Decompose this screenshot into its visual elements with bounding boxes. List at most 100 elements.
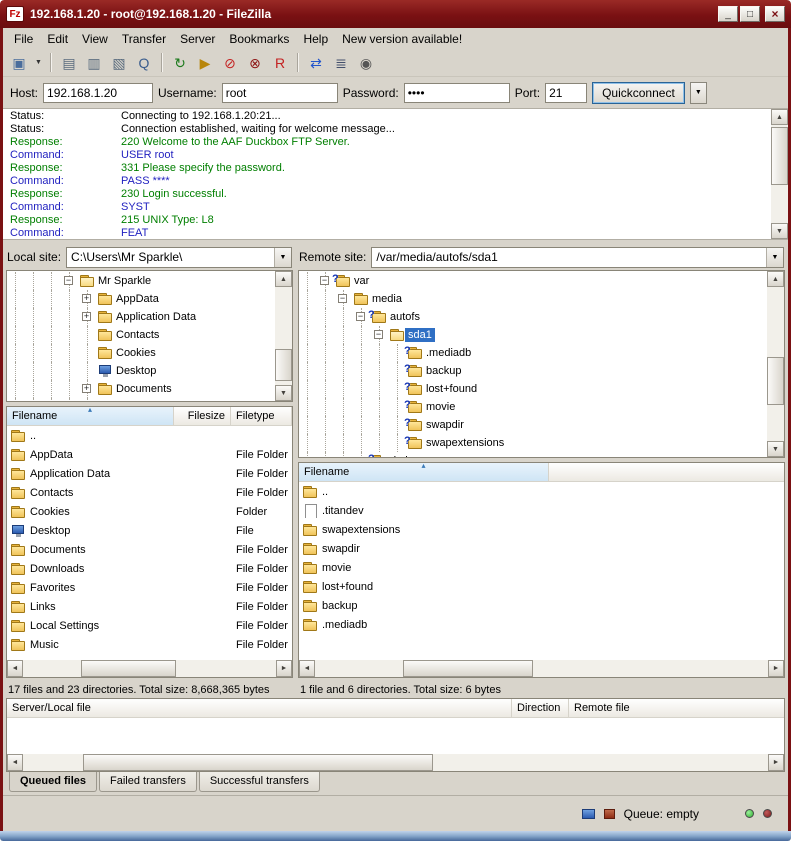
password-input[interactable] [404,83,510,103]
menu-item-edit[interactable]: Edit [40,30,75,48]
tree-item-lost-found[interactable]: ?lost+found [299,380,767,398]
column-header-remote-file[interactable]: Remote file [569,699,784,717]
toggle-message-log-button[interactable]: ▤ [57,52,81,74]
remote-site-combo[interactable]: /var/media/autofs/sda1 ▼ [371,247,784,268]
collapse-toggle-icon[interactable]: − [64,276,73,285]
remote-tree-scrollbar[interactable]: ▲ ▼ [767,271,784,457]
tab-failed-transfers[interactable]: Failed transfers [99,772,197,792]
quickconnect-button[interactable]: Quickconnect [592,82,685,104]
local-combo-dropdown-button[interactable]: ▼ [274,248,291,267]
file-row-application-data[interactable]: Application DataFile Folder [7,464,292,483]
scroll-right-button[interactable]: ► [276,660,292,677]
menu-item-new-version-available[interactable]: New version available! [335,30,469,48]
toggle-local-tree-button[interactable]: ▥ [82,52,106,74]
maximize-button[interactable]: □ [740,6,760,22]
close-button[interactable]: × [765,6,785,22]
statusbar-alert-icon[interactable] [604,809,615,819]
menu-item-file[interactable]: File [7,30,40,48]
tree-item-cookies[interactable]: Cookies [7,344,275,362]
file-row-documents[interactable]: DocumentsFile Folder [7,540,292,559]
minimize-button[interactable]: _ [718,6,738,22]
site-manager-dropdown-button[interactable]: ▼ [32,52,45,74]
file-row-mediadb[interactable]: .mediadb [299,615,784,634]
tree-item-autofs[interactable]: −?autofs [299,308,767,326]
scroll-down-button[interactable]: ▼ [275,385,292,401]
menu-item-transfer[interactable]: Transfer [115,30,173,48]
scroll-left-button[interactable]: ◄ [299,660,315,677]
column-header-direction[interactable]: Direction [512,699,569,717]
synchronized-browsing-button[interactable]: ⇄ [304,52,328,74]
file-row-appdata[interactable]: AppDataFile Folder [7,445,292,464]
site-manager-button[interactable]: ▣ [7,52,31,74]
tree-item-contacts[interactable]: Contacts [7,326,275,344]
local-site-combo[interactable]: C:\Users\Mr Sparkle\ ▼ [66,247,292,268]
remote-combo-dropdown-button[interactable]: ▼ [766,248,783,267]
file-row-music[interactable]: MusicFile Folder [7,635,292,654]
tree-item-mr-sparkle[interactable]: −Mr Sparkle [7,272,275,290]
column-header-server-local-file[interactable]: Server/Local file [7,699,512,717]
scroll-left-button[interactable]: ◄ [7,754,23,771]
quickconnect-dropdown-button[interactable]: ▼ [690,82,707,104]
tab-successful-transfers[interactable]: Successful transfers [199,772,320,792]
tree-item-mediadb[interactable]: ?.mediadb [299,344,767,362]
local-tree-scrollbar[interactable]: ▲ ▼ [275,271,292,401]
tree-item-backup[interactable]: ?backup [299,362,767,380]
expand-toggle-icon[interactable]: + [82,294,91,303]
file-row-desktop[interactable]: DesktopFile [7,521,292,540]
directory-comparison-button[interactable]: ≣ [329,52,353,74]
tree-item-desktop[interactable]: Desktop [7,362,275,380]
reconnect-button[interactable]: R [268,52,292,74]
file-row-links[interactable]: LinksFile Folder [7,597,292,616]
tree-item-documents[interactable]: +Documents [7,380,275,398]
column-header-filetype[interactable]: Filetype [231,407,292,425]
refresh-button[interactable]: ↻ [168,52,192,74]
file-row-cookies[interactable]: CookiesFolder [7,502,292,521]
scroll-up-button[interactable]: ▲ [275,271,292,287]
tab-queued-files[interactable]: Queued files [9,772,97,792]
file-row-titandev[interactable]: .titandev [299,501,784,520]
process-queue-button[interactable]: ▶ [193,52,217,74]
menu-item-help[interactable]: Help [296,30,335,48]
tree-item-application-data[interactable]: +Application Data [7,308,275,326]
menu-item-view[interactable]: View [75,30,115,48]
find-files-button[interactable]: ◉ [354,52,378,74]
file-row-favorites[interactable]: FavoritesFile Folder [7,578,292,597]
collapse-toggle-icon[interactable]: − [374,330,383,339]
statusbar-monitor-icon[interactable] [582,809,595,819]
menu-item-bookmarks[interactable]: Bookmarks [222,30,296,48]
tree-item-appdata[interactable]: +AppData [7,290,275,308]
collapse-toggle-icon[interactable]: − [338,294,347,303]
tree-item-swapdir[interactable]: ?swapdir [299,416,767,434]
toggle-remote-tree-button[interactable]: ▧ [107,52,131,74]
tree-item-sda1[interactable]: −sda1 [299,326,767,344]
expand-toggle-icon[interactable]: + [82,312,91,321]
file-row-swapextensions[interactable]: swapextensions [299,520,784,539]
remote-list-scroll-thumb[interactable] [403,660,533,677]
menu-item-server[interactable]: Server [173,30,222,48]
tree-item-swapextensions[interactable]: ?swapextensions [299,434,767,452]
expand-toggle-icon[interactable]: + [82,384,91,393]
title-bar[interactable]: Fz 192.168.1.20 - root@192.168.1.20 - Fi… [0,0,791,28]
scroll-left-button[interactable]: ◄ [7,660,23,677]
log-scroll-thumb[interactable] [771,127,788,185]
file-row-contacts[interactable]: ContactsFile Folder [7,483,292,502]
scroll-up-button[interactable]: ▲ [767,271,784,287]
scroll-down-button[interactable]: ▼ [771,223,788,239]
local-tree-scroll-thumb[interactable] [275,349,292,381]
local-list-scroll-thumb[interactable] [81,660,176,677]
queue-hscrollbar[interactable]: ◄ ► [7,754,784,771]
file-row-downloads[interactable]: DownloadsFile Folder [7,559,292,578]
remote-list-hscrollbar[interactable]: ◄ ► [299,660,784,677]
tree-item-movie[interactable]: ?movie [299,398,767,416]
file-row-lost-found[interactable]: lost+found [299,577,784,596]
file-row-local-settings[interactable]: Local SettingsFile Folder [7,616,292,635]
toggle-queue-button[interactable]: Q [132,52,156,74]
tree-item-downloads[interactable]: +Downloads [7,398,275,401]
log-scrollbar[interactable]: ▲ ▼ [771,109,788,239]
file-row-backup[interactable]: backup [299,596,784,615]
cancel-button[interactable]: ⊘ [218,52,242,74]
tree-item-media[interactable]: −media [299,290,767,308]
port-input[interactable] [545,83,587,103]
column-header-filesize[interactable]: Filesize [174,407,231,425]
file-row-parent[interactable]: .. [299,482,784,501]
